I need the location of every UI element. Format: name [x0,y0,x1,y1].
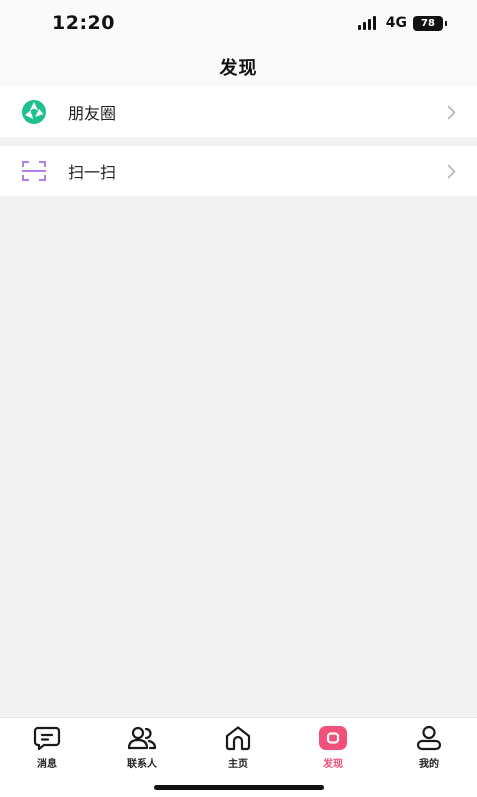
list-item-scan[interactable]: 扫一扫 [0,146,477,196]
tab-label: 发现 [323,759,343,770]
status-time: 12:20 [52,12,115,34]
tab-home[interactable]: 主页 [203,724,273,774]
status-bar: 12:20 4G 78 [0,0,477,46]
battery-icon: 78 [413,15,447,31]
contacts-icon [127,724,157,752]
tab-profile[interactable]: 我的 [394,724,464,774]
signal-icon [357,16,376,30]
list-item-moments[interactable]: 朋友圈 [0,87,477,137]
tab-messages[interactable]: 消息 [12,724,82,774]
discover-screen: 12:20 4G 78 发现 朋友圈 扫一扫 消息 联系人 主页 发现 我的 [0,0,477,797]
tab-discover[interactable]: 发现 [298,724,368,774]
tab-label: 消息 [37,759,57,770]
scan-icon [20,157,48,185]
profile-icon [414,724,444,752]
tab-label: 主页 [228,759,248,770]
home-icon [223,724,253,752]
discover-icon [318,724,348,752]
chevron-right-icon [445,104,457,120]
chevron-right-icon [445,163,457,179]
page-header: 发现 [0,46,477,88]
tab-label: 联系人 [127,759,157,770]
network-type: 4G [385,15,407,31]
moments-icon [20,98,48,126]
tab-contacts[interactable]: 联系人 [107,724,177,774]
home-indicator[interactable] [154,785,324,790]
tab-label: 我的 [419,759,439,770]
status-indicators: 4G 78 [357,15,447,31]
scan-label: 扫一扫 [68,163,117,182]
message-icon [32,724,62,752]
moments-label: 朋友圈 [68,104,117,123]
page-title: 发现 [219,58,258,79]
battery-level: 78 [421,17,435,29]
